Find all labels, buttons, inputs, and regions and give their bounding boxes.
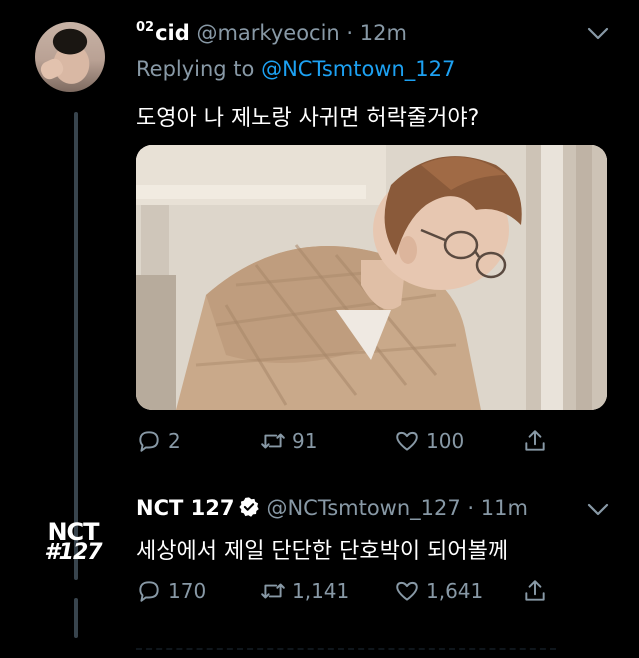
display-name[interactable]: 02cid — [136, 20, 190, 45]
reply-count: 170 — [168, 579, 207, 603]
reply-action[interactable]: 2 — [136, 427, 181, 455]
avatar[interactable] — [35, 22, 105, 92]
tweet-header-2: NCT 127 @NCTsmtown_127 · 11m — [136, 496, 528, 520]
like-icon — [396, 581, 418, 601]
tweet-actions: 2 91 100 — [136, 427, 596, 455]
verified-icon — [239, 497, 260, 517]
retweet-count: 91 — [292, 429, 318, 453]
replying-to: Replying to @NCTsmtown_127 — [136, 57, 456, 81]
chevron-down-icon[interactable] — [587, 27, 609, 41]
chevron-down-icon[interactable] — [587, 503, 609, 517]
retweet-count: 1,141 — [292, 579, 350, 603]
reply-count: 2 — [168, 429, 181, 453]
display-name-2[interactable]: NCT 127 — [136, 496, 234, 520]
retweet-icon — [261, 433, 285, 449]
thread-connector-lower — [74, 598, 78, 638]
retweet-action[interactable]: 91 — [260, 427, 317, 455]
like-icon — [396, 431, 418, 451]
mention-link[interactable]: @NCTsmtown_127 — [261, 57, 455, 81]
retweet-action[interactable]: 1,141 — [260, 577, 349, 605]
like-count: 100 — [426, 429, 465, 453]
avatar-nct-logo[interactable]: NCT #127 — [40, 520, 106, 570]
reply-icon — [139, 431, 159, 452]
tweet-text: 도영아 나 제노랑 사귀면 허락줄거야? — [136, 106, 480, 131]
thread-connector — [74, 112, 78, 580]
tweet-header: 02cid @markyeocin · 12m — [136, 20, 407, 45]
like-action[interactable]: 100 — [394, 427, 464, 455]
reply-icon — [139, 581, 159, 602]
photo-illustration — [136, 145, 607, 410]
next-tweet-partial — [136, 648, 556, 658]
share-icon — [525, 430, 545, 451]
retweet-icon — [261, 583, 285, 599]
tweet-actions-2: 170 1,141 1,641 — [136, 577, 596, 605]
like-count: 1,641 — [426, 579, 484, 603]
share-action[interactable] — [522, 427, 548, 455]
share-icon — [525, 580, 545, 601]
share-action[interactable] — [522, 577, 548, 605]
handle-time-2: @NCTsmtown_127 · 11m — [266, 496, 528, 520]
tweet-text-2: 세상에서 제일 단단한 단호박이 되어볼께 — [136, 539, 509, 564]
reply-action[interactable]: 170 — [136, 577, 206, 605]
handle-time: @markyeocin · 12m — [196, 21, 407, 45]
like-action[interactable]: 1,641 — [394, 577, 483, 605]
media-photo[interactable] — [136, 145, 607, 410]
